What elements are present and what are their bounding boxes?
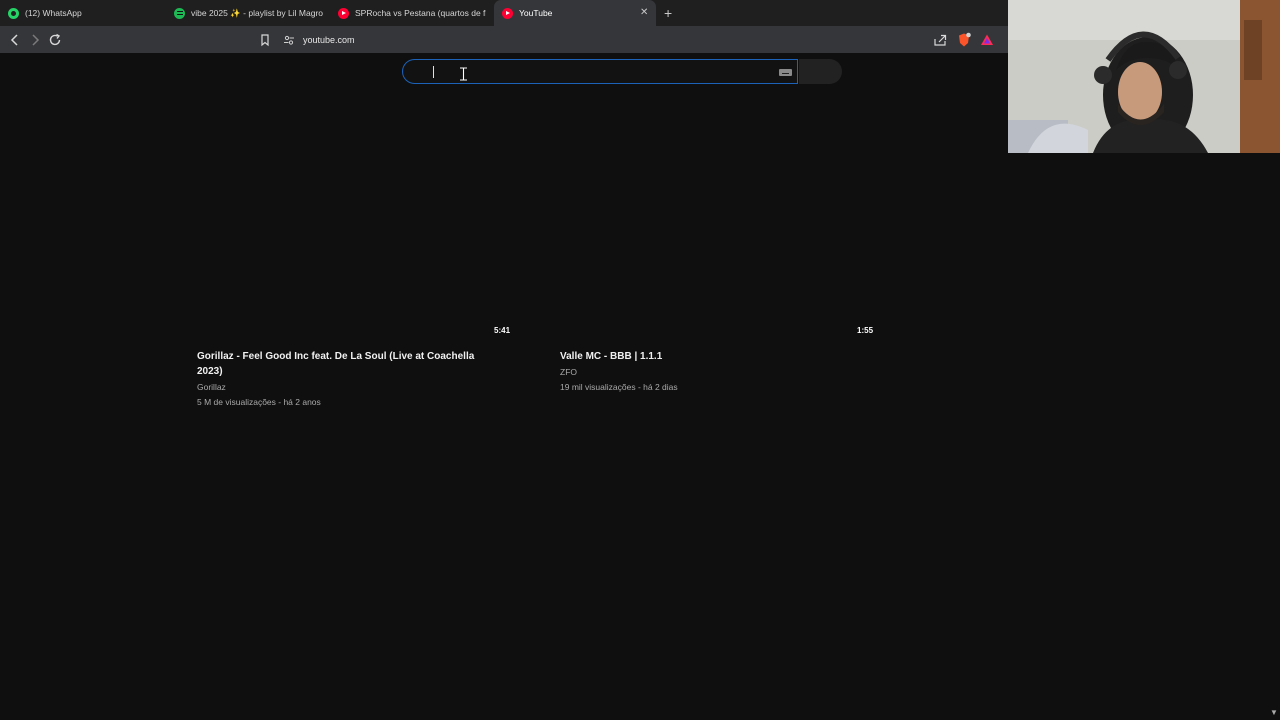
video-channel[interactable]: Gorillaz xyxy=(197,382,226,392)
address-bar[interactable]: youtube.com xyxy=(279,29,999,50)
tab-title: YouTube xyxy=(519,8,553,18)
video-title[interactable]: Gorillaz - Feel Good Inc feat. De La Sou… xyxy=(197,350,497,379)
new-tab-button[interactable]: + xyxy=(664,0,678,26)
plus-icon: + xyxy=(664,5,673,21)
back-arrow-icon[interactable] xyxy=(7,32,23,48)
whatsapp-icon xyxy=(8,7,19,19)
reload-icon[interactable] xyxy=(47,32,63,48)
tab-whatsapp[interactable]: (12) WhatsApp xyxy=(8,0,168,26)
scroll-down-arrow-icon[interactable]: ▼ xyxy=(1270,708,1278,717)
url-text: youtube.com xyxy=(303,34,355,45)
spotify-icon xyxy=(174,7,185,19)
browser-toolbar: youtube.com xyxy=(0,26,1008,53)
tab-spotify-playlist[interactable]: vibe 2025 ✨ - playlist by Lil Magro | xyxy=(174,0,324,26)
site-settings-icon[interactable] xyxy=(283,34,295,46)
youtube-icon xyxy=(502,7,513,19)
tab-title: vibe 2025 ✨ - playlist by Lil Magro | xyxy=(191,7,324,18)
brave-rewards-icon[interactable] xyxy=(979,32,995,48)
close-tab-icon[interactable]: ✕ xyxy=(640,7,648,18)
tab-title: SPRocha vs Pestana (quartos de final xyxy=(355,8,486,18)
video-title[interactable]: Valle MC - BBB | 1.1.1 xyxy=(560,350,860,365)
webcam-overlay xyxy=(1008,0,1280,153)
forward-arrow-icon[interactable] xyxy=(27,32,43,48)
video-duration: 1:55 xyxy=(857,326,874,335)
video-meta: 19 mil visualizações - há 2 dias xyxy=(560,382,678,392)
ibeam-cursor-icon xyxy=(460,67,467,81)
tab-youtube-active[interactable]: YouTube ✕ xyxy=(494,0,656,26)
video-channel[interactable]: ZFO xyxy=(560,367,577,377)
share-icon[interactable] xyxy=(932,32,948,48)
webcam-image xyxy=(1008,0,1280,153)
text-caret xyxy=(433,66,434,78)
brave-shields-icon[interactable] xyxy=(956,32,972,48)
search-button[interactable] xyxy=(799,59,842,84)
browser-tab-strip: (12) WhatsApp vibe 2025 ✨ - playlist by … xyxy=(0,0,1008,26)
keyboard-icon[interactable] xyxy=(779,69,792,76)
video-meta: 5 M de visualizações - há 2 anos xyxy=(197,397,321,407)
youtube-icon xyxy=(338,7,349,19)
bookmark-icon[interactable] xyxy=(257,32,273,48)
video-duration: 5:41 xyxy=(494,326,511,335)
tab-sprocha-video[interactable]: SPRocha vs Pestana (quartos de final xyxy=(338,0,486,26)
tab-title: (12) WhatsApp xyxy=(25,8,82,18)
